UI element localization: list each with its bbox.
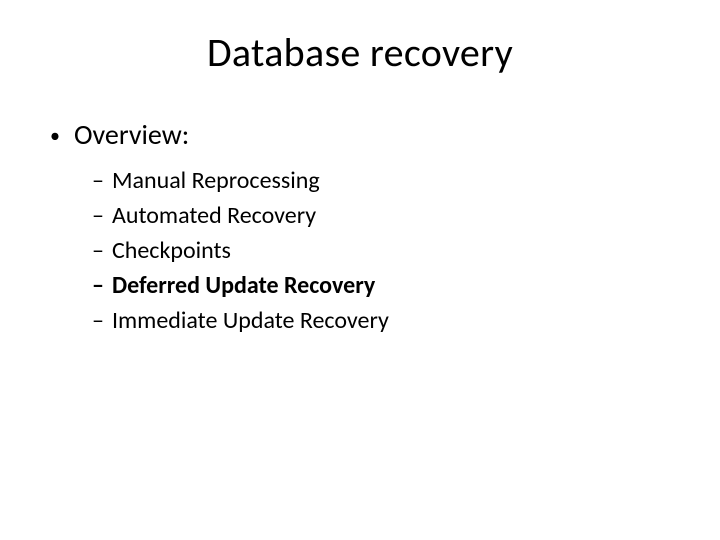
bullet-icon: • xyxy=(50,126,60,146)
list-item: – Manual Reprocessing xyxy=(92,166,670,195)
list-item: – Deferred Update Recovery xyxy=(92,271,670,300)
list-item: – Immediate Update Recovery xyxy=(92,306,670,335)
dash-icon: – xyxy=(92,166,104,195)
dash-icon: – xyxy=(92,236,104,265)
list-item-text: Manual Reprocessing xyxy=(112,166,320,195)
list-item-text: Automated Recovery xyxy=(112,201,316,230)
list-item-text: Immediate Update Recovery xyxy=(112,306,389,335)
list-item: – Checkpoints xyxy=(92,236,670,265)
dash-icon: – xyxy=(92,271,104,300)
list-item: – Automated Recovery xyxy=(92,201,670,230)
overview-label: Overview: xyxy=(74,117,189,152)
overview-heading: • Overview: xyxy=(50,117,670,152)
list-item-text: Checkpoints xyxy=(112,236,231,265)
list-item-text: Deferred Update Recovery xyxy=(112,271,375,300)
dash-icon: – xyxy=(92,201,104,230)
slide-title: Database recovery xyxy=(50,28,670,77)
dash-icon: – xyxy=(92,306,104,335)
